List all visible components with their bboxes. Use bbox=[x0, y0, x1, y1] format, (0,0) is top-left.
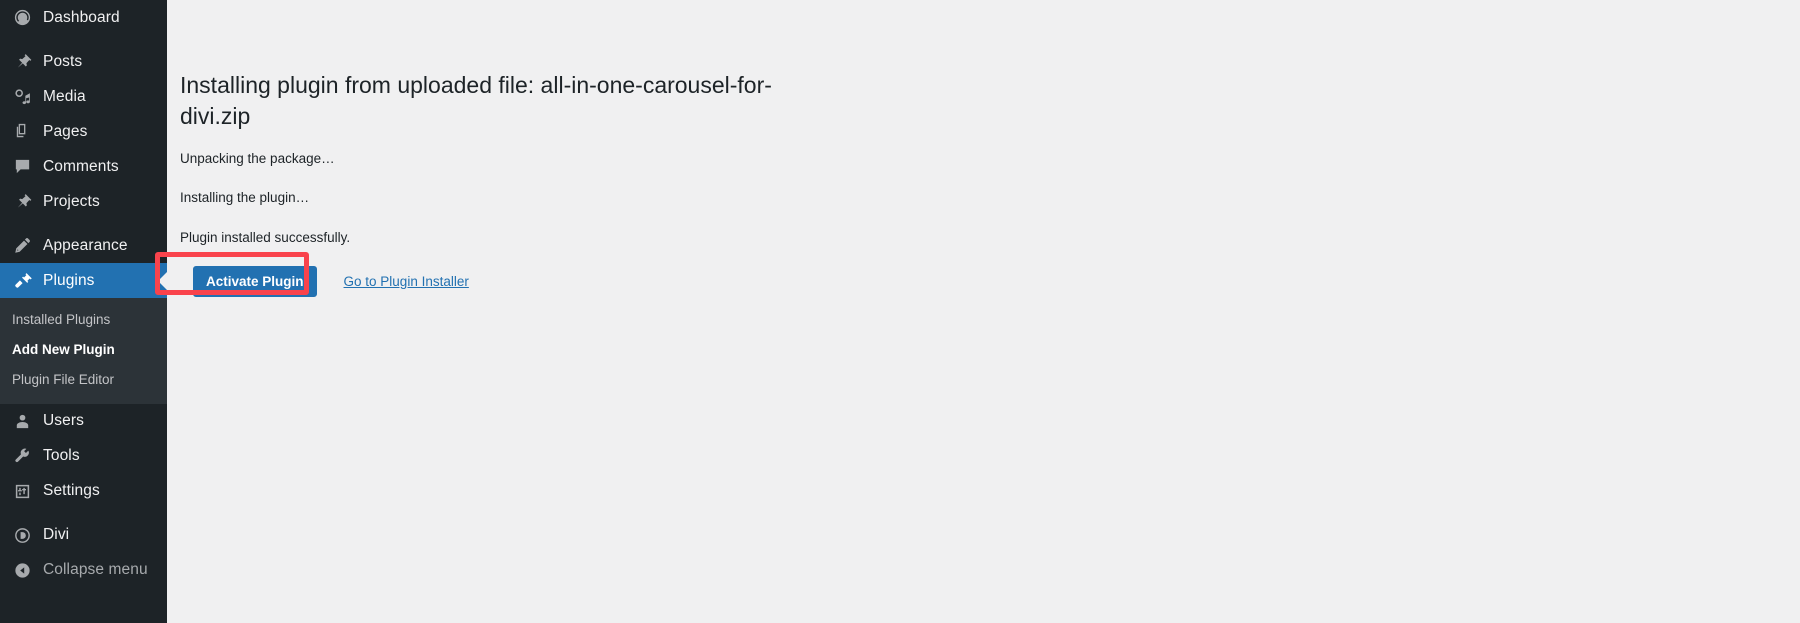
sidebar-item-label: Comments bbox=[43, 157, 119, 175]
menu-separator bbox=[0, 219, 167, 228]
sidebar-item-projects[interactable]: Projects bbox=[0, 184, 167, 219]
sidebar-item-plugins[interactable]: Plugins bbox=[0, 263, 167, 298]
sidebar-item-label: Collapse menu bbox=[43, 561, 148, 579]
activate-plugin-button[interactable]: Activate Plugin bbox=[193, 265, 317, 297]
admin-menu-list: Dashboard Posts Media Pages Comments Pro… bbox=[0, 0, 167, 588]
content-inner: Installing plugin from uploaded file: al… bbox=[167, 0, 1800, 297]
sidebar-item-label: Appearance bbox=[43, 236, 128, 254]
pages-icon bbox=[11, 121, 33, 143]
dashboard-icon bbox=[11, 7, 33, 29]
menu-separator bbox=[0, 35, 167, 44]
sidebar-item-label: Settings bbox=[43, 482, 100, 500]
active-menu-pointer bbox=[158, 271, 167, 290]
sidebar-item-tools[interactable]: Tools bbox=[0, 439, 167, 474]
sidebar-item-comments[interactable]: Comments bbox=[0, 149, 167, 184]
sidebar-item-divi[interactable]: Divi bbox=[0, 518, 167, 553]
install-actions: Activate Plugin Go to Plugin Installer bbox=[193, 265, 1780, 297]
sidebar-item-label: Projects bbox=[43, 192, 100, 210]
sidebar-item-pages[interactable]: Pages bbox=[0, 114, 167, 149]
sidebar-item-label: Media bbox=[43, 87, 86, 105]
sidebar-item-posts[interactable]: Posts bbox=[0, 44, 167, 79]
sidebar-item-label: Tools bbox=[43, 447, 80, 465]
sliders-icon bbox=[11, 480, 33, 502]
sidebar-item-label: Posts bbox=[43, 52, 83, 70]
wrench-icon bbox=[11, 445, 33, 467]
admin-sidebar: Dashboard Posts Media Pages Comments Pro… bbox=[0, 0, 167, 623]
sidebar-item-users[interactable]: Users bbox=[0, 404, 167, 439]
user-icon bbox=[11, 410, 33, 432]
main-content-area: Installing plugin from uploaded file: al… bbox=[167, 0, 1800, 623]
comments-icon bbox=[11, 156, 33, 178]
plugins-submenu: Installed Plugins Add New Plugin Plugin … bbox=[0, 298, 167, 404]
sidebar-item-collapse-menu[interactable]: Collapse menu bbox=[0, 553, 167, 588]
sidebar-item-label: Pages bbox=[43, 122, 88, 140]
menu-separator bbox=[0, 508, 167, 518]
sidebar-item-label: Plugins bbox=[43, 271, 95, 289]
sidebar-item-dashboard[interactable]: Dashboard bbox=[0, 0, 167, 35]
plug-icon bbox=[11, 270, 33, 292]
progress-line-unpacking: Unpacking the package… bbox=[180, 151, 335, 167]
sidebar-item-media[interactable]: Media bbox=[0, 79, 167, 114]
pin-icon bbox=[11, 51, 33, 73]
go-to-plugin-installer-link[interactable]: Go to Plugin Installer bbox=[344, 274, 469, 289]
media-icon bbox=[11, 86, 33, 108]
sidebar-item-appearance[interactable]: Appearance bbox=[0, 228, 167, 263]
sidebar-item-label: Users bbox=[43, 412, 84, 430]
submenu-item-plugin-file-editor[interactable]: Plugin File Editor bbox=[0, 365, 167, 395]
collapse-left-icon bbox=[11, 559, 33, 581]
sidebar-item-label: Dashboard bbox=[43, 8, 120, 26]
install-plugin-wrap: Installing plugin from uploaded file: al… bbox=[180, 10, 1780, 297]
sidebar-item-settings[interactable]: Settings bbox=[0, 474, 167, 509]
divi-icon bbox=[11, 524, 33, 546]
sidebar-item-label: Divi bbox=[43, 526, 70, 544]
page-title: Installing plugin from uploaded file: al… bbox=[180, 72, 772, 130]
progress-line-success: Plugin installed successfully. bbox=[180, 229, 351, 245]
submenu-item-add-new-plugin[interactable]: Add New Plugin bbox=[0, 335, 167, 365]
paintbrush-icon bbox=[11, 235, 33, 257]
progress-line-installing: Installing the plugin… bbox=[180, 190, 310, 206]
pin-icon bbox=[11, 191, 33, 213]
submenu-item-installed-plugins[interactable]: Installed Plugins bbox=[0, 305, 167, 335]
